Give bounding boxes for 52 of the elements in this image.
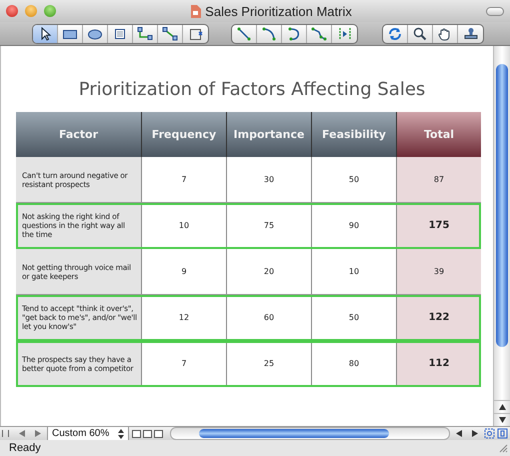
table-cell: 20 bbox=[227, 249, 312, 294]
table-cell: 9 bbox=[142, 249, 227, 294]
stepper-icon bbox=[118, 428, 124, 438]
total-cell: 87 bbox=[397, 157, 481, 202]
pointer-tool-button[interactable] bbox=[33, 24, 58, 42]
chart-title: Prioritization of Factors Affecting Sales bbox=[78, 78, 426, 102]
column-header: Importance bbox=[227, 112, 312, 157]
column-header: Total bbox=[397, 112, 481, 157]
table-cell: 75 bbox=[227, 203, 312, 248]
scroll-up-arrow[interactable] bbox=[494, 400, 510, 413]
window-title: Sales Prioritization Matrix bbox=[205, 4, 352, 18]
insert-icon bbox=[188, 26, 204, 40]
total-cell: 175 bbox=[397, 203, 481, 248]
document-icon bbox=[190, 4, 202, 18]
search-icon bbox=[412, 26, 428, 40]
table-cell: 10 bbox=[142, 203, 227, 248]
toolbar-toggle-button[interactable] bbox=[486, 6, 504, 16]
column-header: Frequency bbox=[142, 112, 227, 157]
column-header: Feasibility bbox=[312, 112, 397, 157]
page-layout-icon[interactable] bbox=[131, 428, 165, 438]
scroll-thumb[interactable] bbox=[496, 64, 508, 347]
zoom-dropdown[interactable]: Custom 60% bbox=[47, 427, 129, 440]
resize-grip-icon[interactable] bbox=[498, 443, 508, 453]
curve-icon bbox=[286, 26, 302, 40]
stamp-icon bbox=[462, 26, 478, 40]
total-cell: 39 bbox=[397, 249, 481, 294]
total-cell: 112 bbox=[397, 341, 481, 386]
table-cell: 7 bbox=[142, 341, 227, 386]
table-cell: 25 bbox=[227, 341, 312, 386]
scroll-thumb[interactable] bbox=[199, 429, 389, 438]
status-text: Ready bbox=[9, 442, 41, 454]
elbow-connector-icon bbox=[137, 26, 153, 40]
fit-page-icon[interactable] bbox=[484, 428, 495, 439]
connector-icon bbox=[162, 26, 178, 40]
horizontal-scrollbar[interactable] bbox=[170, 427, 450, 440]
column-header: Factor bbox=[16, 112, 142, 157]
vertical-scrollbar[interactable] bbox=[493, 46, 510, 426]
split-icon bbox=[336, 26, 352, 40]
line-icon bbox=[236, 26, 252, 40]
total-cell: 122 bbox=[397, 295, 481, 340]
table-cell: 60 bbox=[227, 295, 312, 340]
split-handle-icon[interactable] bbox=[2, 430, 9, 437]
table-cell: 7 bbox=[142, 157, 227, 202]
table-cell: 12 bbox=[142, 295, 227, 340]
close-button[interactable] bbox=[6, 5, 18, 17]
text-frame-icon bbox=[112, 26, 128, 40]
ellipse-icon bbox=[87, 26, 103, 40]
refresh-icon bbox=[387, 26, 403, 40]
actual-size-icon[interactable] bbox=[497, 428, 508, 439]
polyline-icon bbox=[311, 26, 327, 40]
table-cell: 30 bbox=[227, 157, 312, 202]
arc-icon bbox=[261, 26, 277, 40]
